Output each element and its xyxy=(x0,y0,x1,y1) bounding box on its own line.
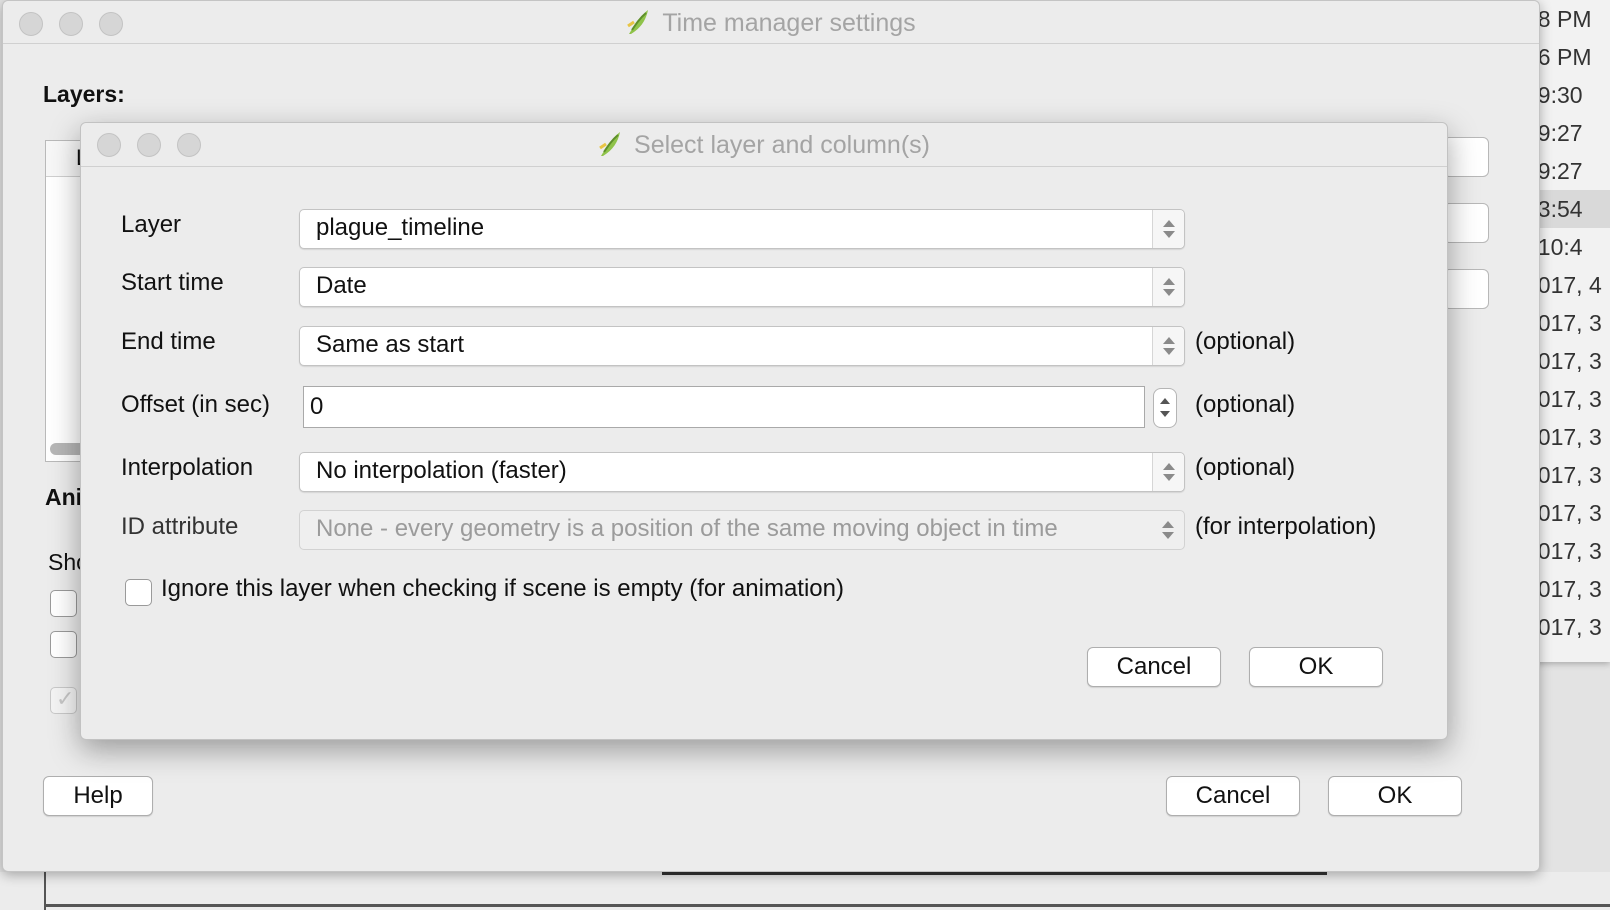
interpolation-note: (optional) xyxy=(1195,454,1296,481)
layer-label: Layer xyxy=(121,211,182,238)
option-checkbox[interactable] xyxy=(50,590,77,617)
interpolation-select-value: No interpolation (faster) xyxy=(316,457,567,484)
dialog-title-text: Select layer and column(s) xyxy=(634,131,930,159)
ignore-layer-checkbox-label[interactable]: Ignore this layer when checking if scene… xyxy=(161,575,844,603)
edit-layer-button[interactable] xyxy=(1443,203,1489,243)
layer-select[interactable]: plague_timeline xyxy=(299,209,1185,249)
window-title: Time manager settings xyxy=(3,1,1539,44)
select-layer-dialog: Select layer and column(s) Layer plague_… xyxy=(80,122,1448,740)
dialog-titlebar: Select layer and column(s) xyxy=(81,123,1447,167)
ok-button[interactable]: OK xyxy=(1328,776,1462,816)
animation-section-label: Ani xyxy=(45,484,83,510)
offset-label: Offset (in sec) xyxy=(121,391,270,418)
updown-arrows-icon xyxy=(1152,511,1184,549)
add-layer-button[interactable] xyxy=(1443,137,1489,177)
interpolation-select[interactable]: No interpolation (faster) xyxy=(299,452,1185,492)
id-attribute-note: (for interpolation) xyxy=(1195,513,1377,540)
start-time-select-value: Date xyxy=(316,272,367,299)
option-checkbox[interactable] xyxy=(50,631,77,658)
dialog-title: Select layer and column(s) xyxy=(81,123,1447,166)
end-time-note: (optional) xyxy=(1195,328,1296,355)
checkmark-icon: ✓ xyxy=(56,686,75,711)
id-attribute-select[interactable]: None - every geometry is a position of t… xyxy=(299,510,1185,550)
cancel-button[interactable]: Cancel xyxy=(1166,776,1300,816)
end-time-select-value: Same as start xyxy=(316,331,465,358)
dialog-ok-button[interactable]: OK xyxy=(1249,647,1383,687)
updown-arrows-icon xyxy=(1152,268,1184,306)
option-checkbox[interactable]: ✓ xyxy=(50,686,77,714)
interpolation-label: Interpolation xyxy=(121,454,254,481)
updown-arrows-icon xyxy=(1152,327,1184,365)
offset-input[interactable]: 0 xyxy=(303,386,1145,428)
background-divider xyxy=(662,872,1327,875)
dialog-cancel-button[interactable]: Cancel xyxy=(1087,647,1221,687)
id-attribute-label: ID attribute xyxy=(121,513,239,540)
qgis-logo-icon xyxy=(626,6,652,34)
offset-input-value: 0 xyxy=(310,393,324,420)
ignore-layer-checkbox[interactable] xyxy=(125,579,152,606)
offset-note: (optional) xyxy=(1195,391,1296,418)
window-title-text: Time manager settings xyxy=(662,9,916,37)
start-time-label: Start time xyxy=(121,269,224,296)
updown-arrows-icon xyxy=(1152,210,1184,248)
qgis-logo-icon xyxy=(598,128,624,156)
end-time-select[interactable]: Same as start xyxy=(299,326,1185,366)
id-attribute-select-value: None - every geometry is a position of t… xyxy=(316,515,1058,542)
help-button[interactable]: Help xyxy=(43,776,153,816)
layer-select-value: plague_timeline xyxy=(316,214,485,241)
layers-label: Layers: xyxy=(43,81,125,107)
remove-layer-button[interactable] xyxy=(1443,269,1489,309)
background-divider xyxy=(44,904,1610,907)
window-titlebar: Time manager settings xyxy=(3,1,1539,44)
start-time-select[interactable]: Date xyxy=(299,267,1185,307)
end-time-label: End time xyxy=(121,328,216,355)
offset-stepper[interactable] xyxy=(1153,388,1177,428)
updown-arrows-icon xyxy=(1152,453,1184,491)
